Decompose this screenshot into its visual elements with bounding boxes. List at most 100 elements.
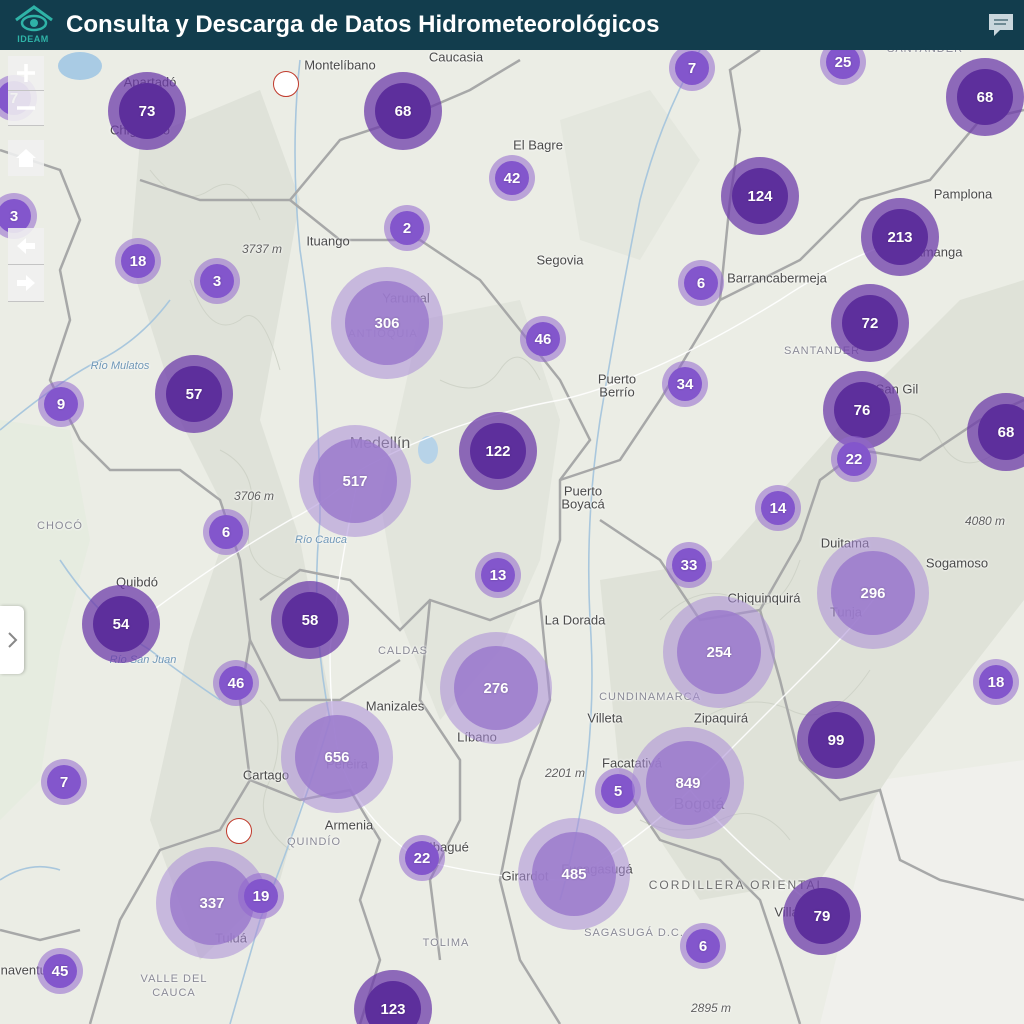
cluster-count: 54 xyxy=(112,615,130,633)
place-label: CALDAS xyxy=(377,645,429,657)
station-cluster[interactable]: 7 xyxy=(41,759,87,805)
station-cluster[interactable]: 6 xyxy=(678,260,724,306)
station-cluster[interactable]: 18 xyxy=(973,659,1019,705)
cluster-core: 18 xyxy=(121,244,155,278)
station-cluster[interactable]: 213 xyxy=(861,198,939,276)
cluster-core: 25 xyxy=(826,50,860,79)
cluster-count: 33 xyxy=(680,556,698,574)
station-cluster[interactable]: 14 xyxy=(755,485,801,531)
station-cluster[interactable]: 122 xyxy=(459,412,537,490)
place-label: QUINDÍO xyxy=(286,836,342,848)
place-label: Barrancabermeja xyxy=(727,270,827,286)
station-cluster[interactable]: 9 xyxy=(38,381,84,427)
station-cluster[interactable]: 276 xyxy=(440,632,552,744)
cluster-core: 123 xyxy=(365,981,421,1024)
cluster-core: 7 xyxy=(47,765,81,799)
cluster-count: 124 xyxy=(747,187,773,205)
station-cluster[interactable]: 18 xyxy=(115,238,161,284)
place-label: Río Cauca xyxy=(295,534,347,546)
station-cluster[interactable]: 124 xyxy=(721,157,799,235)
place-label: 3737 m xyxy=(241,242,283,256)
zoom-in-button[interactable] xyxy=(8,56,44,91)
cluster-count: 656 xyxy=(324,748,350,766)
station-cluster[interactable]: 3 xyxy=(194,258,240,304)
previous-extent-button[interactable] xyxy=(8,228,44,265)
cluster-count: 45 xyxy=(51,962,69,980)
place-label: CAUCA xyxy=(152,987,196,999)
station-cluster[interactable]: 34 xyxy=(662,361,708,407)
cluster-count: 7 xyxy=(59,773,69,791)
cluster-core: 46 xyxy=(219,666,253,700)
place-label: CHOCÓ xyxy=(37,520,83,532)
zoom-control xyxy=(8,56,44,126)
station-cluster[interactable]: 99 xyxy=(797,701,875,779)
cluster-count: 296 xyxy=(860,584,886,602)
cluster-count: 25 xyxy=(834,53,852,71)
station-cluster[interactable]: 42 xyxy=(489,155,535,201)
cluster-core: 68 xyxy=(957,69,1013,125)
cluster-count: 76 xyxy=(853,401,871,419)
station-cluster[interactable]: 22 xyxy=(399,835,445,881)
cluster-core: 68 xyxy=(978,404,1024,460)
cluster-count: 254 xyxy=(706,643,732,661)
station-cluster[interactable]: 19 xyxy=(238,873,284,919)
place-label: VALLE DEL xyxy=(140,973,208,985)
cluster-core: 6 xyxy=(209,515,243,549)
station-marker[interactable] xyxy=(273,71,299,97)
chat-bubble-icon[interactable] xyxy=(986,10,1016,40)
station-cluster[interactable]: 57 xyxy=(155,355,233,433)
station-cluster[interactable]: 72 xyxy=(831,284,909,362)
cluster-count: 276 xyxy=(483,679,509,697)
home-button[interactable] xyxy=(8,140,44,176)
station-cluster[interactable]: 6 xyxy=(680,923,726,969)
cluster-count: 42 xyxy=(503,169,521,187)
place-label: Manizales xyxy=(365,698,425,714)
station-cluster[interactable]: 46 xyxy=(213,660,259,706)
station-cluster[interactable]: 22 xyxy=(831,436,877,482)
cluster-core: 485 xyxy=(532,832,616,916)
cluster-count: 68 xyxy=(394,102,412,120)
station-cluster[interactable]: 306 xyxy=(331,267,443,379)
cluster-count: 9 xyxy=(56,395,66,413)
cluster-core: 57 xyxy=(166,366,222,422)
station-cluster[interactable]: 79 xyxy=(783,877,861,955)
next-extent-button[interactable] xyxy=(8,265,44,302)
station-cluster[interactable]: 73 xyxy=(108,72,186,150)
cluster-core: 99 xyxy=(808,712,864,768)
station-marker[interactable] xyxy=(226,818,252,844)
station-cluster[interactable]: 13 xyxy=(475,552,521,598)
station-cluster[interactable]: 33 xyxy=(666,542,712,588)
station-cluster[interactable]: 6 xyxy=(203,509,249,555)
station-cluster[interactable]: 849 xyxy=(632,727,744,839)
cluster-core: 18 xyxy=(979,665,1013,699)
station-cluster[interactable]: 58 xyxy=(271,581,349,659)
place-label: Caucasia xyxy=(428,50,484,65)
cluster-core: 2 xyxy=(390,211,424,245)
cluster-core: 6 xyxy=(684,266,718,300)
station-cluster[interactable]: 68 xyxy=(364,72,442,150)
place-label: Río Mulatos xyxy=(90,360,150,372)
cluster-core: 46 xyxy=(526,322,560,356)
station-cluster[interactable]: 54 xyxy=(82,585,160,663)
place-label: 4080 m xyxy=(964,514,1006,528)
station-cluster[interactable]: 485 xyxy=(518,818,630,930)
place-label: La Dorada xyxy=(544,612,606,628)
map-view[interactable]: ApartadóChigorodóMontelíbanoCaucasiaEl B… xyxy=(0,50,1024,1024)
station-cluster[interactable]: 517 xyxy=(299,425,411,537)
cluster-core: 296 xyxy=(831,551,915,635)
station-cluster[interactable]: 296 xyxy=(817,537,929,649)
place-label: Boyacá xyxy=(561,496,605,512)
side-panel-toggle[interactable] xyxy=(0,606,24,674)
station-cluster[interactable]: 656 xyxy=(281,701,393,813)
place-label: 3706 m xyxy=(233,489,275,503)
station-cluster[interactable]: 45 xyxy=(37,948,83,994)
place-label: Sogamoso xyxy=(925,555,989,571)
station-cluster[interactable]: 254 xyxy=(663,596,775,708)
cluster-count: 517 xyxy=(342,472,368,490)
cluster-count: 22 xyxy=(413,849,431,867)
station-cluster[interactable]: 68 xyxy=(946,58,1024,136)
arrow-left-icon xyxy=(17,238,35,254)
station-cluster[interactable]: 46 xyxy=(520,316,566,362)
station-cluster[interactable]: 2 xyxy=(384,205,430,251)
zoom-out-button[interactable] xyxy=(8,91,44,126)
